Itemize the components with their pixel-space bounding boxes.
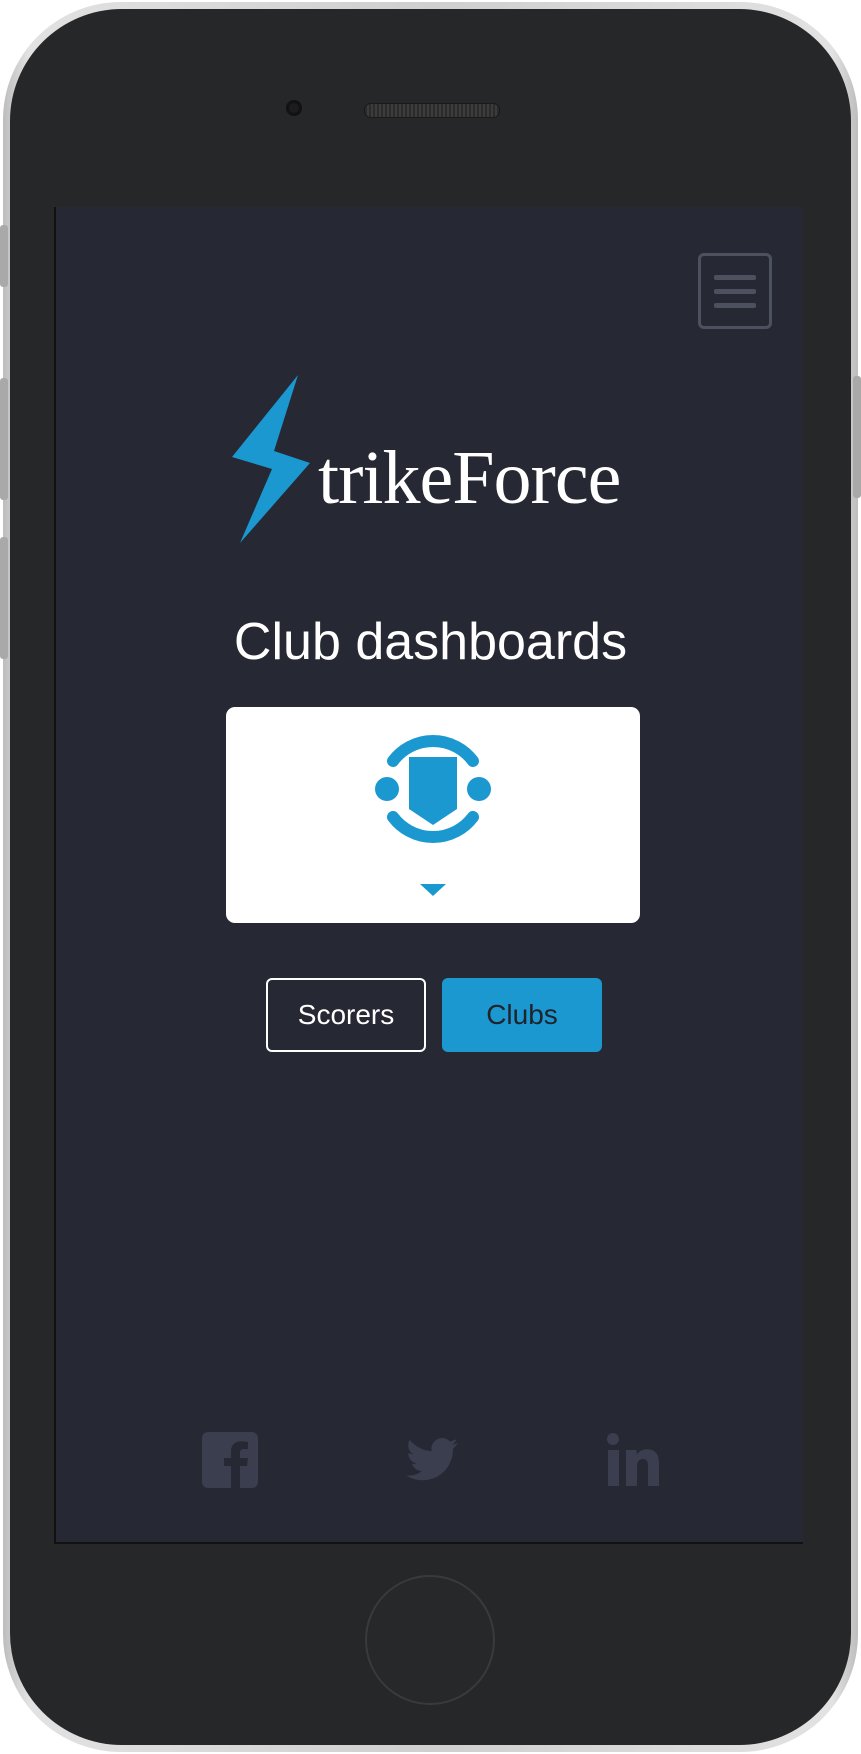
caret-down-icon bbox=[420, 884, 446, 896]
facebook-icon[interactable] bbox=[202, 1432, 258, 1488]
phone-power-button bbox=[853, 376, 861, 498]
front-camera bbox=[286, 100, 302, 116]
lightning-bolt-icon bbox=[232, 375, 310, 543]
club-crest-icon bbox=[375, 735, 491, 843]
page-title: Club dashboards bbox=[233, 613, 628, 671]
phone-volume-up bbox=[0, 378, 8, 500]
strikeforce-logo[interactable]: trikeForce bbox=[232, 367, 652, 547]
phone-silent-switch bbox=[0, 225, 8, 287]
twitter-icon[interactable] bbox=[404, 1432, 460, 1488]
menu-bar bbox=[714, 302, 756, 308]
club-select-dropdown[interactable] bbox=[226, 707, 640, 923]
earpiece-speaker bbox=[364, 103, 500, 118]
app-screen: trikeForce Club dashboards Scorers Clubs bbox=[54, 207, 803, 1544]
linkedin-icon[interactable] bbox=[606, 1432, 662, 1488]
scorers-button[interactable]: Scorers bbox=[266, 978, 426, 1052]
menu-bar bbox=[714, 288, 756, 294]
hamburger-menu-icon[interactable] bbox=[698, 253, 772, 329]
menu-bar bbox=[714, 274, 756, 280]
phone-volume-down bbox=[0, 537, 8, 659]
logo-wordmark: trikeForce bbox=[318, 436, 621, 520]
clubs-button[interactable]: Clubs bbox=[442, 978, 602, 1052]
home-button[interactable] bbox=[365, 1575, 495, 1705]
